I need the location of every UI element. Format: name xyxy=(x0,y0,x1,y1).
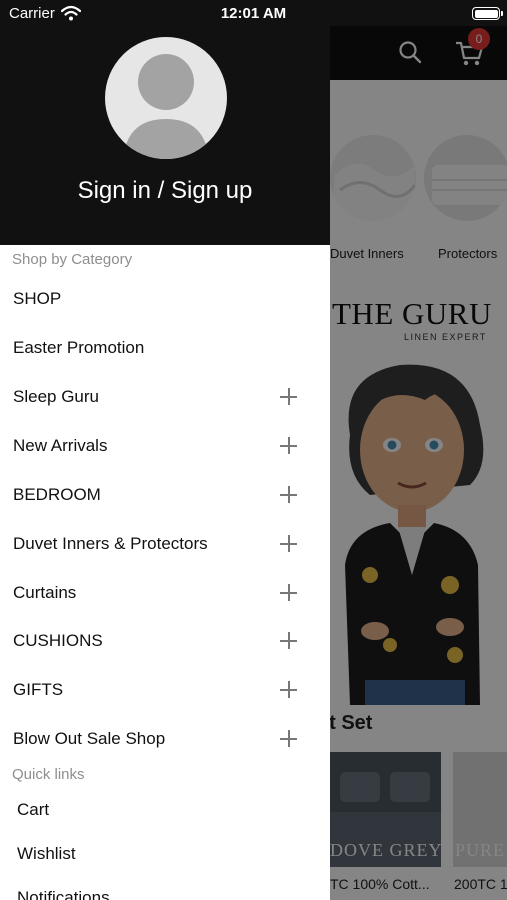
menu-item-label: Blow Out Sale Shop xyxy=(13,728,166,748)
menu-item-label: Curtains xyxy=(13,582,77,602)
menu-item-label: Sleep Guru xyxy=(13,386,99,406)
signin-link[interactable]: Sign in / Sign up xyxy=(0,177,330,205)
quick-link-cart[interactable]: Cart xyxy=(0,790,330,834)
quick-link-label: Cart xyxy=(17,800,50,819)
quick-links-header: Quick links xyxy=(12,766,85,783)
categories-header: Shop by Category xyxy=(12,251,133,268)
expand-plus-icon[interactable] xyxy=(280,730,297,747)
menu-item-label: Duvet Inners & Protectors xyxy=(13,533,208,553)
user-silhouette-icon xyxy=(123,54,209,159)
expand-plus-icon[interactable] xyxy=(280,486,297,503)
menu-item-cushions[interactable]: CUSHIONS xyxy=(0,616,330,665)
menu-item-curtains[interactable]: Curtains xyxy=(0,568,330,617)
quick-link-wishlist[interactable]: Wishlist xyxy=(0,834,330,878)
menu-item-new-arrivals[interactable]: New Arrivals xyxy=(0,421,330,470)
drawer-header: Sign in / Sign up xyxy=(0,0,330,245)
menu-item-bedroom[interactable]: BEDROOM xyxy=(0,470,330,519)
battery-icon xyxy=(472,7,500,20)
status-time: 12:01 AM xyxy=(220,5,287,22)
menu-item-label: CUSHIONS xyxy=(13,630,103,650)
quick-link-label: Wishlist xyxy=(17,844,76,863)
menu-item-duvet-inners-protectors[interactable]: Duvet Inners & Protectors xyxy=(0,519,330,568)
menu-item-shop[interactable]: SHOP xyxy=(0,274,330,323)
menu-item-label: BEDROOM xyxy=(13,484,101,504)
expand-plus-icon[interactable] xyxy=(280,632,297,649)
menu-item-label: New Arrivals xyxy=(13,435,108,455)
quick-link-label: Notifications xyxy=(17,888,110,900)
battery-tip xyxy=(501,11,503,16)
expand-plus-icon[interactable] xyxy=(280,437,297,454)
quick-link-notifications[interactable]: Notifications xyxy=(0,878,330,900)
menu-item-label: GIFTS xyxy=(13,679,64,699)
menu-item-sleep-guru[interactable]: Sleep Guru xyxy=(0,372,330,421)
expand-plus-icon[interactable] xyxy=(280,681,297,698)
menu-item-easter-promotion[interactable]: Easter Promotion xyxy=(0,323,330,372)
avatar[interactable] xyxy=(105,37,227,159)
navigation-drawer: Sign in / Sign up Shop by Category SHOP … xyxy=(0,0,330,900)
menu-item-label: SHOP xyxy=(13,288,62,308)
menu-item-label: Easter Promotion xyxy=(13,337,145,357)
expand-plus-icon[interactable] xyxy=(280,584,297,601)
status-bar: Carrier 12:01 AM xyxy=(0,0,507,26)
expand-plus-icon[interactable] xyxy=(280,535,297,552)
menu-item-blow-out-sale-shop[interactable]: Blow Out Sale Shop xyxy=(0,714,330,763)
expand-plus-icon[interactable] xyxy=(280,388,297,405)
menu-item-gifts[interactable]: GIFTS xyxy=(0,665,330,714)
